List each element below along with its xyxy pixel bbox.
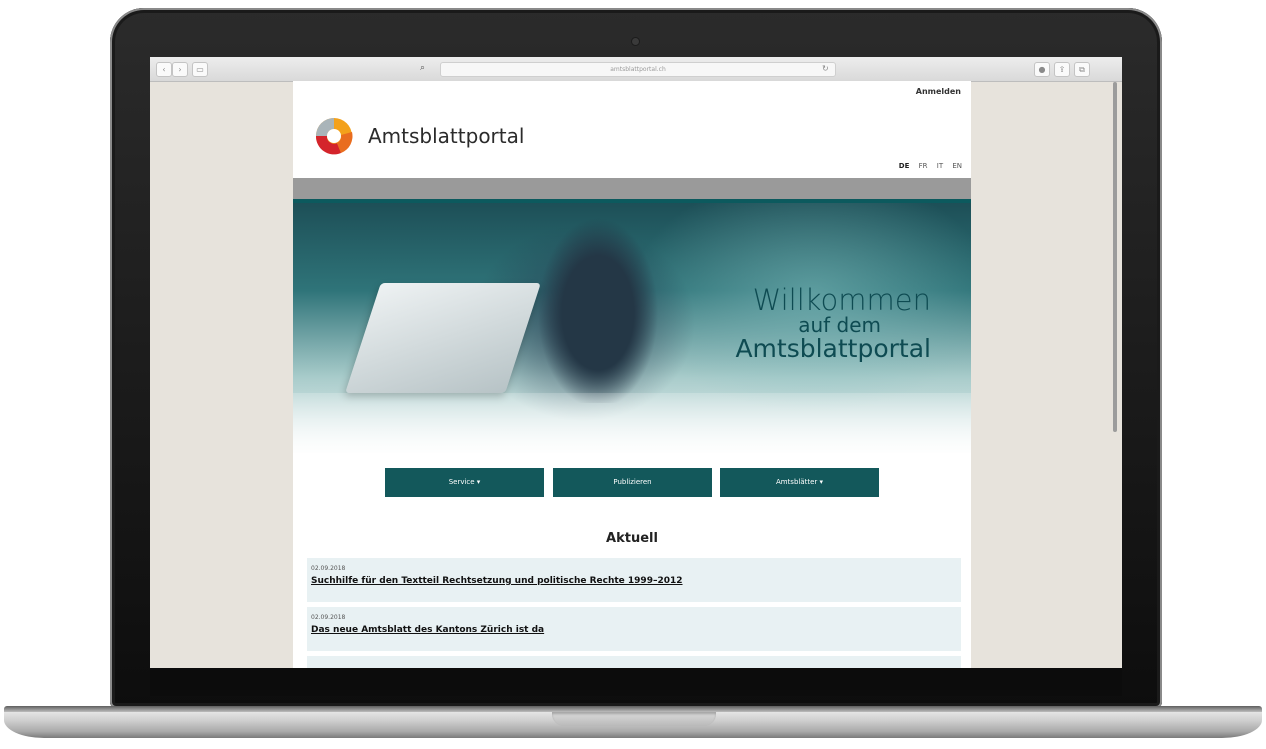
browser-toolbar: ‹ › ▭ ⌕ amtsblattportal.ch ↻ ● ⇪ ⧉	[150, 57, 1122, 82]
language-de[interactable]: DE	[899, 162, 910, 170]
search-icon[interactable]: ⌕	[420, 62, 425, 75]
language-it[interactable]: IT	[937, 162, 943, 170]
navigation-bar	[293, 178, 971, 199]
hero-banner: Willkommen auf dem Amtsblattportal	[293, 199, 971, 453]
news-item[interactable]: 02.09.2018 Suchhilfe für den Textteil Re…	[307, 558, 961, 602]
language-switcher: DE FR IT EN	[892, 162, 962, 170]
web-page: Anmelden Amtsblattportal DE FR IT EN Wil…	[293, 81, 971, 668]
sidebar-icon[interactable]: ▭	[192, 62, 208, 77]
service-button[interactable]: Service ▾	[385, 468, 544, 497]
news-date: 02.09.2018	[311, 565, 346, 572]
url-bar[interactable]: amtsblattportal.ch	[440, 62, 836, 77]
hero-heading: Willkommen auf dem Amtsblattportal	[735, 285, 931, 363]
hero-line-2: auf dem	[798, 313, 881, 338]
hero-line-1: Willkommen	[752, 283, 931, 317]
site-title[interactable]: Amtsblattportal	[368, 124, 524, 148]
site-logo-icon[interactable]	[313, 115, 355, 157]
login-link[interactable]: Anmelden	[916, 87, 961, 96]
news-title-link[interactable]: Das neue Amtsblatt des Kantons Zürich is…	[311, 625, 544, 635]
page-scrollbar[interactable]	[1113, 82, 1117, 432]
camera-icon	[632, 38, 639, 45]
hero-line-3: Amtsblattportal	[735, 334, 931, 364]
download-icon[interactable]: ●	[1034, 62, 1050, 77]
news-date: 02.09.2018	[311, 614, 346, 621]
laptop-mockup: ‹ › ▭ ⌕ amtsblattportal.ch ↻ ● ⇪ ⧉ Anmel…	[0, 0, 1266, 749]
laptop-notch	[552, 712, 716, 726]
forward-icon[interactable]: ›	[172, 62, 188, 77]
language-en[interactable]: EN	[952, 162, 962, 170]
amtsblaetter-button[interactable]: Amtsblätter ▾	[720, 468, 879, 497]
hero-laptop-image	[345, 283, 541, 393]
hero-person-image	[533, 203, 663, 403]
news-item[interactable]: 02.09.2018 Das neue Amtsblatt des Kanton…	[307, 607, 961, 651]
news-item-partial[interactable]	[307, 656, 961, 668]
reload-icon[interactable]: ↻	[822, 62, 829, 75]
publizieren-button[interactable]: Publizieren	[553, 468, 712, 497]
hero-desk	[293, 393, 971, 453]
screen-bezel-bottom	[150, 668, 1122, 696]
news-title-link[interactable]: Suchhilfe für den Textteil Rechtsetzung …	[311, 576, 683, 586]
section-title-aktuell: Aktuell	[606, 531, 658, 546]
share-icon[interactable]: ⇪	[1054, 62, 1070, 77]
language-fr[interactable]: FR	[919, 162, 928, 170]
tabs-icon[interactable]: ⧉	[1074, 62, 1090, 77]
laptop-screen: ‹ › ▭ ⌕ amtsblattportal.ch ↻ ● ⇪ ⧉ Anmel…	[150, 57, 1122, 668]
back-icon[interactable]: ‹	[156, 62, 172, 77]
main-nav-buttons: Service ▾ Publizieren Amtsblätter ▾	[385, 468, 880, 497]
